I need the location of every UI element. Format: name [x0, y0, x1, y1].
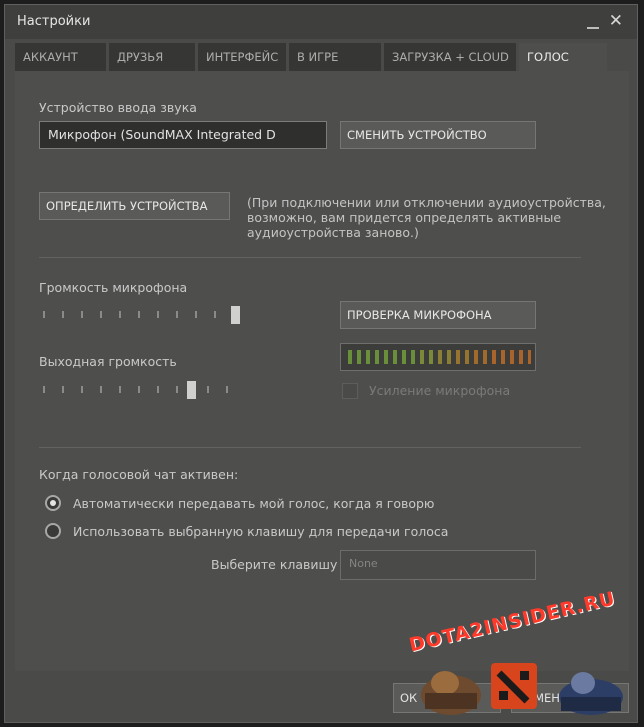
output-volume-slider[interactable]: [39, 378, 244, 400]
tab-interface[interactable]: ИНТЕРФЕЙС: [198, 43, 286, 71]
divider: [39, 447, 581, 448]
hero-figure-right-icon: [559, 672, 623, 715]
input-device-field[interactable]: Микрофон (SoundMAX Integrated D: [39, 121, 327, 149]
output-volume-label: Выходная громкость: [39, 354, 177, 369]
dota-logo-icon: [491, 663, 537, 709]
detect-devices-note: (При подключении или отключении аудиоуст…: [247, 195, 606, 240]
radio-auto-transmit[interactable]: [45, 495, 61, 511]
title-bar[interactable]: Настройки ✕: [5, 5, 637, 39]
mic-volume-thumb[interactable]: [231, 306, 240, 324]
select-key-field[interactable]: None: [340, 550, 536, 580]
radio-selected-dot: [50, 500, 56, 506]
hero-figure-left-icon: [421, 671, 481, 715]
detect-devices-button[interactable]: ОПРЕДЕЛИТЬ УСТРОЙСТВА: [39, 192, 230, 220]
settings-window: Настройки ✕ АККАУНТ ДРУЗЬЯ ИНТЕРФЕЙС В И…: [4, 4, 638, 723]
mic-boost-checkbox[interactable]: [342, 383, 358, 399]
mic-volume-slider[interactable]: [39, 303, 244, 325]
radio-push-to-talk[interactable]: [45, 523, 61, 539]
radio-push-to-talk-label[interactable]: Использовать выбранную клавишу для перед…: [73, 524, 448, 539]
tab-friends[interactable]: ДРУЗЬЯ: [109, 43, 195, 71]
divider: [39, 257, 581, 258]
tab-in-game[interactable]: В ИГРЕ: [289, 43, 381, 71]
mic-level-meter: [340, 343, 536, 371]
tab-voice[interactable]: ГОЛОС: [519, 43, 607, 71]
radio-auto-transmit-label[interactable]: Автоматически передавать мой голос, когд…: [73, 496, 434, 511]
window-title: Настройки: [17, 14, 91, 29]
mic-boost-label: Усиление микрофона: [369, 383, 511, 398]
mic-volume-label: Громкость микрофона: [39, 280, 188, 295]
tab-account[interactable]: АККАУНТ: [15, 43, 106, 71]
change-device-button[interactable]: СМЕНИТЬ УСТРОЙСТВО: [340, 121, 536, 149]
voice-settings-panel: Устройство ввода звука Микрофон (SoundMA…: [15, 71, 629, 671]
select-key-label: Выберите клавишу: [211, 557, 338, 572]
input-device-label: Устройство ввода звука: [39, 100, 197, 115]
test-mic-button[interactable]: ПРОВЕРКА МИКРОФОНА: [340, 301, 536, 329]
tab-downloads-cloud[interactable]: ЗАГРУЗКА + CLOUD: [384, 43, 516, 71]
output-volume-thumb[interactable]: [187, 381, 196, 399]
close-icon[interactable]: ✕: [609, 11, 623, 31]
minimize-icon[interactable]: [587, 17, 599, 29]
tab-bar: АККАУНТ ДРУЗЬЯ ИНТЕРФЕЙС В ИГРЕ ЗАГРУЗКА…: [15, 43, 627, 71]
voice-chat-active-label: Когда голосовой чат активен:: [39, 467, 239, 482]
